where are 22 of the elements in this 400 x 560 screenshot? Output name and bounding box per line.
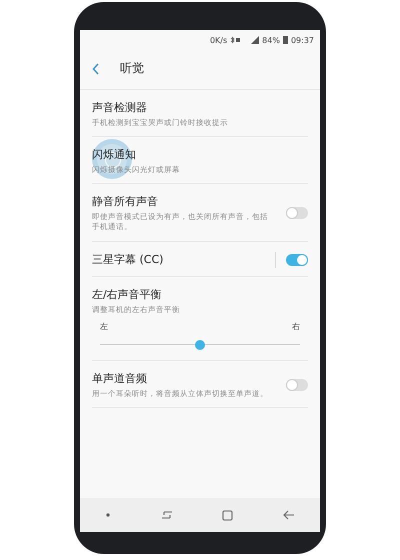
left-label: 左 (100, 320, 108, 332)
recent-apps-icon[interactable] (160, 510, 173, 520)
toggle-switch[interactable] (286, 207, 308, 220)
page-title: 听觉 (120, 60, 144, 77)
network-speed: 0K/s (210, 36, 228, 44)
setting-title: 三星字幕 (CC) (92, 252, 164, 267)
battery-icon (282, 36, 288, 44)
clock: 09:37 (290, 36, 314, 44)
toggle-switch[interactable] (286, 254, 308, 266)
back-icon[interactable] (92, 62, 100, 74)
setting-title: 闪烁通知 (92, 147, 137, 162)
home-icon[interactable] (222, 510, 234, 520)
setting-title: 单声道音频 (92, 370, 148, 386)
battery-percent: 84% (262, 36, 280, 44)
setting-title: 左/右声音平衡 (92, 286, 163, 302)
back-icon[interactable] (283, 510, 296, 520)
setting-title: 静音所有声音 (92, 194, 159, 210)
toggle-switch[interactable] (286, 378, 308, 391)
dot-icon[interactable] (104, 512, 111, 518)
setting-item[interactable]: 三星字幕 (CC) (92, 242, 308, 276)
setting-title: 声音检测器 (92, 100, 148, 115)
right-label: 右 (292, 320, 300, 332)
